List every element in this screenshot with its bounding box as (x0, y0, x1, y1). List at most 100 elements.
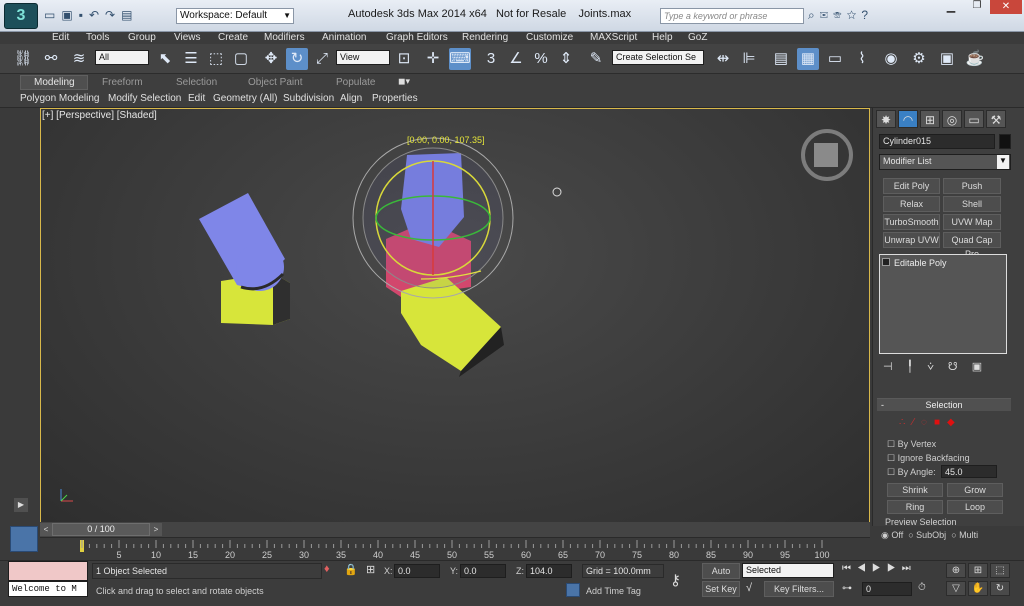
track-bar[interactable]: 5 10 15 20 25 30 35 40 45 50 55 60 65 70 75 80 85 90 95 100 (40, 537, 870, 560)
zoom-all-icon[interactable]: ⊞ (968, 563, 988, 578)
pan-view-icon[interactable]: ✋ (968, 581, 988, 596)
link-icon[interactable]: ⛓ (12, 48, 34, 70)
by-angle-spinner[interactable]: 45.0 (941, 465, 997, 478)
selection-filter-dropdown[interactable]: All (95, 50, 149, 65)
uvw-map-button[interactable]: UVW Map (943, 214, 1001, 230)
minimize-button[interactable]: ▁ (938, 0, 964, 14)
percent-snap-icon[interactable]: % (530, 48, 552, 70)
play-animation-icon[interactable]: ▶ (872, 563, 887, 574)
modifier-list-dropdown[interactable]: Modifier List ▼ (879, 154, 1011, 170)
remove-modifier-icon[interactable]: ☋ (948, 361, 972, 373)
menu-group[interactable]: Group (128, 32, 156, 44)
create-tab-icon[interactable]: ✸ (876, 110, 896, 128)
select-by-name-icon[interactable]: ☰ (180, 48, 202, 70)
curve-editor-icon[interactable]: ⌇ (851, 48, 873, 70)
preview-subobj-radio[interactable]: ○ SubObj (908, 530, 946, 540)
communication-icon[interactable]: ☏ (833, 8, 847, 22)
save-icon[interactable]: ▪ (79, 8, 89, 22)
grow-button[interactable]: Grow (947, 483, 1003, 497)
stack-item[interactable]: Editable Poly (882, 257, 1004, 269)
menu-tools[interactable]: Tools (86, 32, 109, 44)
menu-animation[interactable]: Animation (322, 32, 366, 44)
vertex-level-icon[interactable]: ∴ (899, 417, 912, 428)
select-object-icon[interactable]: ⬉ (154, 48, 176, 70)
play-icon[interactable]: ▶ (14, 498, 28, 512)
keyboard-shortcut-override-icon[interactable]: ⌨ (449, 48, 471, 70)
ignore-backfacing-checkbox[interactable]: ☐ Ignore Backfacing (887, 453, 970, 464)
time-slider-thumb[interactable]: 0 / 100 (52, 523, 150, 536)
make-unique-icon[interactable]: ⩒ (927, 361, 948, 373)
time-slider[interactable]: < 0 / 100 > (40, 522, 870, 537)
restore-button[interactable]: ❐ (964, 0, 990, 14)
rectangular-selection-icon[interactable]: ⬚ (205, 48, 227, 70)
time-slider-prev-button[interactable]: < (40, 523, 52, 536)
ribbon-panel-edit[interactable]: Edit (188, 91, 205, 106)
set-key-icon[interactable]: ⚷ (670, 571, 681, 589)
menu-customize[interactable]: Customize (526, 32, 573, 44)
undo-icon[interactable]: ↶ (89, 8, 105, 22)
redo-icon[interactable]: ↷ (105, 8, 121, 22)
viewcube[interactable] (801, 129, 853, 181)
unlink-icon[interactable]: ⚯ (40, 48, 62, 70)
move-icon[interactable]: ✥ (260, 48, 282, 70)
menu-maxscript[interactable]: MAXScript (590, 32, 637, 44)
perspective-viewport[interactable]: [0.00, 0.00, 107.35] (40, 108, 870, 523)
time-slider-next-button[interactable]: > (150, 523, 162, 536)
edge-level-icon[interactable]: ⁄ (912, 417, 921, 428)
pivot-center-icon[interactable]: ⊡ (393, 48, 415, 70)
modify-tab-icon[interactable]: ◠ (898, 110, 918, 128)
go-to-end-icon[interactable]: ⏭ (902, 563, 917, 574)
viewport-scene[interactable]: [0.00, 0.00, 107.35] (41, 109, 871, 524)
zoom-extents-icon[interactable]: ⬚ (990, 563, 1010, 578)
maxscript-listener-input[interactable]: Welcome to M (8, 581, 88, 597)
preview-multi-radio[interactable]: ○ Multi (951, 530, 978, 540)
edit-named-selection-icon[interactable]: ✎ (585, 48, 607, 70)
shell-button[interactable]: Shell (943, 196, 1001, 212)
utilities-tab-icon[interactable]: ⚒ (986, 110, 1006, 128)
ribbon-options-icon[interactable]: ◼▾ (398, 76, 410, 87)
viewport-label[interactable]: [+] [Perspective] [Shaded] (42, 110, 157, 121)
object-name-field[interactable]: Cylinder015 (879, 134, 995, 149)
next-frame-icon[interactable]: ▶ (887, 563, 902, 574)
set-key-button[interactable]: Set Key (702, 581, 740, 597)
left-joint-object[interactable] (199, 193, 290, 325)
previous-frame-icon[interactable]: ◀ (857, 563, 872, 574)
preview-off-radio[interactable]: ◉ Off (881, 530, 903, 540)
current-frame-field[interactable]: 0 (862, 582, 912, 596)
turbosmooth-button[interactable]: TurboSmooth (883, 214, 940, 230)
shrink-button[interactable]: Shrink (887, 483, 943, 497)
render-setup-icon[interactable]: ⚙ (908, 48, 930, 70)
mirror-icon[interactable]: ⇹ (712, 48, 734, 70)
object-color-swatch[interactable] (999, 134, 1011, 149)
menu-goz[interactable]: GoZ (688, 32, 707, 44)
search-field[interactable]: Type a keyword or phrase (660, 8, 804, 24)
open-file-icon[interactable]: ▣ (61, 8, 78, 22)
pin-stack-icon[interactable]: ⊣ (883, 361, 907, 373)
menu-help[interactable]: Help (652, 32, 673, 44)
by-angle-checkbox[interactable]: ☐ By Angle: (887, 467, 936, 478)
key-mode-toggle-icon[interactable]: ⊶ (842, 583, 852, 594)
bind-space-warp-icon[interactable]: ≋ (68, 48, 90, 70)
border-level-icon[interactable]: ◌ (921, 417, 934, 428)
rendered-frame-window-icon[interactable]: ▣ (936, 48, 958, 70)
graphite-toolbar-icon[interactable]: ▭ (824, 48, 846, 70)
display-tab-icon[interactable]: ▭ (964, 110, 984, 128)
by-vertex-checkbox[interactable]: ☐ By Vertex (887, 439, 936, 450)
key-filters-button[interactable]: Key Filters... (764, 581, 834, 597)
ribbon-panel-subdivision[interactable]: Subdivision (283, 91, 334, 106)
orbit-icon[interactable]: ↻ (990, 581, 1010, 596)
named-selection-set-dropdown[interactable]: Create Selection Se (612, 50, 704, 65)
menu-create[interactable]: Create (218, 32, 248, 44)
reference-coordinate-dropdown[interactable]: View (336, 50, 390, 65)
add-time-tag-button[interactable]: Add Time Tag (586, 586, 641, 596)
help-icon[interactable]: ? (861, 8, 873, 22)
menu-modifiers[interactable]: Modifiers (264, 32, 305, 44)
layer-manager-icon[interactable]: ▦ (797, 48, 819, 70)
loop-button[interactable]: Loop (947, 500, 1003, 514)
close-button[interactable]: ✕ (990, 0, 1022, 14)
binoculars-icon[interactable]: ⌕ (808, 8, 820, 22)
track-ruler[interactable]: 5 10 15 20 25 30 35 40 45 50 55 60 65 70 75 80 85 90 95 100 (40, 538, 870, 561)
hierarchy-tab-icon[interactable]: ⊞ (920, 110, 940, 128)
manipulate-icon[interactable]: ✛ (422, 48, 444, 70)
modifier-stack[interactable]: Editable Poly (879, 254, 1007, 354)
